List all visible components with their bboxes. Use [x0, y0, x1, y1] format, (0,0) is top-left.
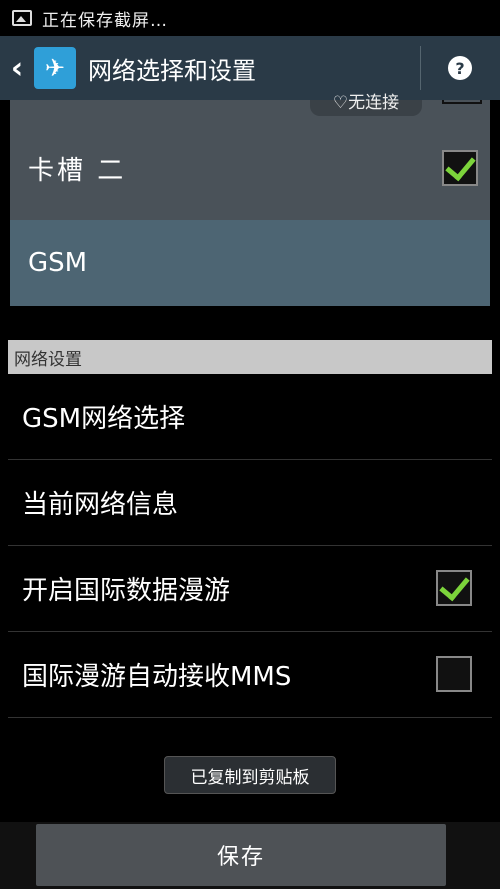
no-connection-badge: ♡无连接	[310, 93, 422, 116]
partial-checkbox[interactable]	[442, 100, 482, 104]
page-title: 网络选择和设置	[88, 56, 256, 85]
data-roaming-checkbox[interactable]	[436, 570, 472, 606]
sim2-option[interactable]: 卡槽 二	[10, 118, 490, 218]
action-divider	[420, 46, 421, 90]
toast: 已复制到剪贴板	[164, 756, 336, 794]
auto-mms-checkbox[interactable]	[436, 656, 472, 692]
save-button[interactable]: 保存	[36, 824, 446, 886]
list-item-label: 开启国际数据漫游	[22, 576, 231, 606]
action-bar: ‹ ✈ 网络选择和设置 ?	[0, 36, 500, 100]
network-type-label: GSM	[28, 248, 88, 278]
sim2-label: 卡槽 二	[28, 155, 127, 186]
network-type-option[interactable]: GSM	[10, 220, 490, 306]
sim-select-dialog: ♡无连接 卡槽 二 GSM	[10, 93, 490, 306]
list-item-data-roaming[interactable]: 开启国际数据漫游	[8, 546, 492, 632]
list-item-gsm-network-select[interactable]: GSM网络选择	[8, 374, 492, 460]
list-item-label: GSM网络选择	[22, 404, 186, 434]
status-bar: 正在保存截屏…	[0, 0, 500, 36]
image-icon	[12, 10, 32, 26]
list-item-label: 当前网络信息	[22, 490, 179, 520]
section-header: 网络设置	[8, 340, 492, 374]
airplane-icon[interactable]: ✈	[34, 47, 76, 89]
status-text: 正在保存截屏…	[42, 10, 168, 31]
question-icon[interactable]: ?	[448, 56, 472, 80]
shield-icon: ♡	[332, 92, 349, 113]
list-item-auto-mms[interactable]: 国际漫游自动接收MMS	[8, 632, 492, 718]
list-item-label: 国际漫游自动接收MMS	[22, 662, 292, 692]
list-item-current-network-info[interactable]: 当前网络信息	[8, 460, 492, 546]
chevron-left-icon[interactable]: ‹	[0, 36, 34, 100]
sim2-checkbox[interactable]	[442, 150, 478, 186]
